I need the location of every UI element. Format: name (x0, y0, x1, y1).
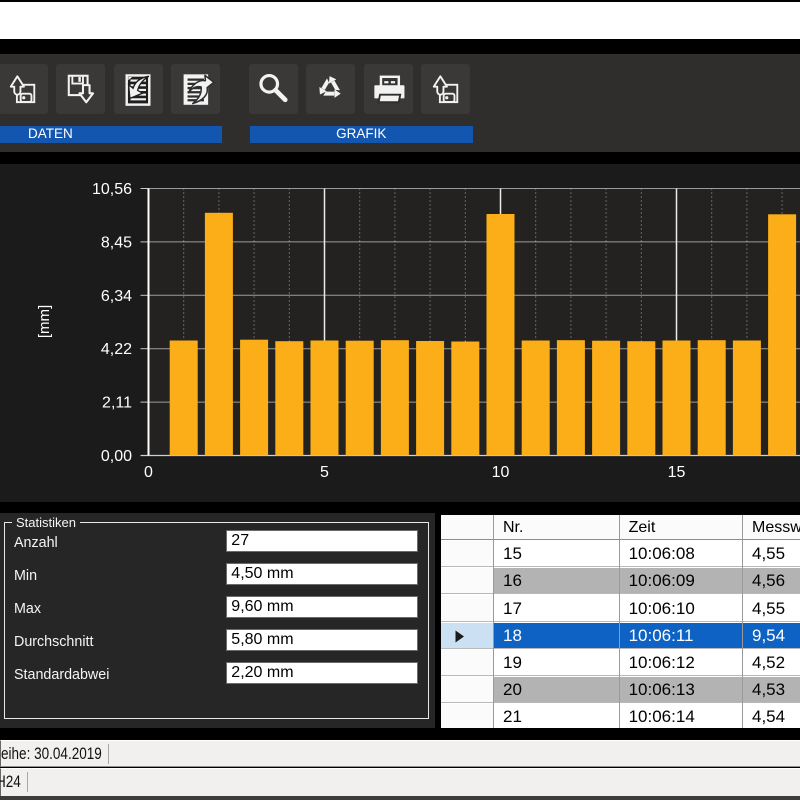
svg-text:8,45: 8,45 (101, 234, 132, 251)
svg-text:[mm]: [mm] (36, 304, 53, 337)
svg-text:5: 5 (320, 464, 329, 481)
svg-text:0: 0 (144, 464, 153, 481)
svg-text:10,56: 10,56 (92, 181, 132, 198)
svg-text:2,11: 2,11 (102, 394, 132, 411)
svg-text:4,22: 4,22 (101, 341, 132, 358)
svg-text:6,34: 6,34 (101, 287, 132, 304)
svg-text:15: 15 (668, 464, 686, 481)
svg-text:10: 10 (492, 464, 510, 481)
svg-text:0,00: 0,00 (101, 448, 132, 465)
